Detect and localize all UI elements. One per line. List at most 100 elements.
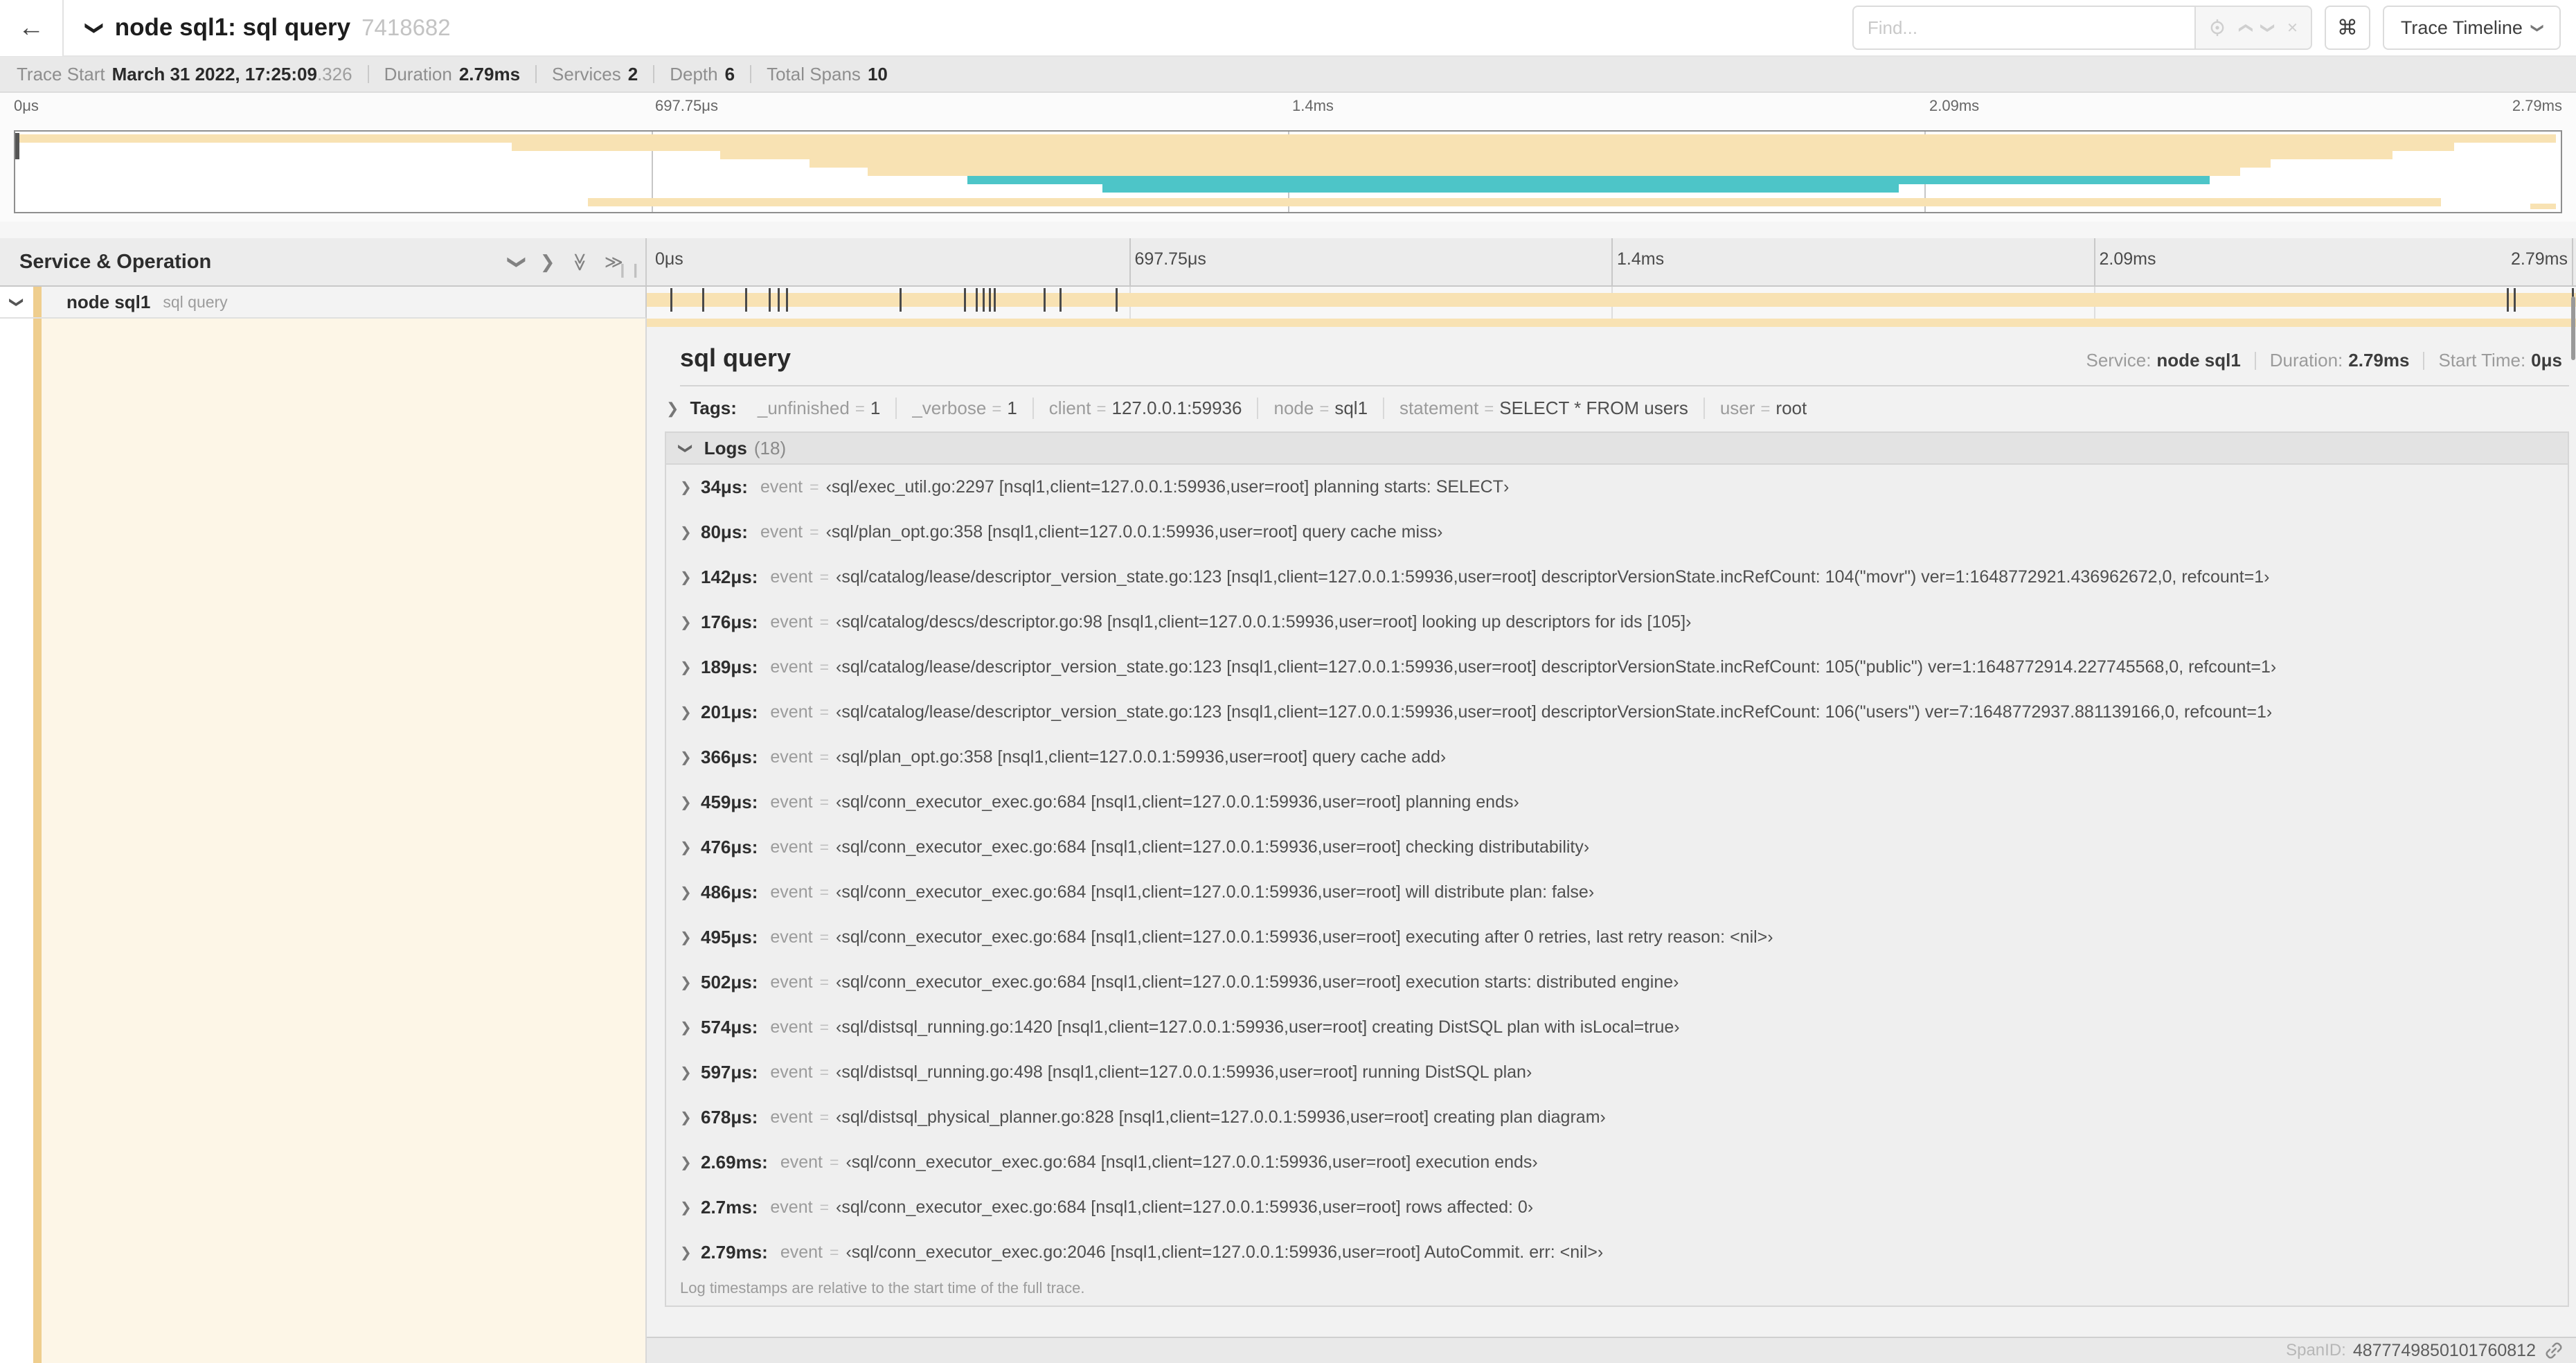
log-row[interactable]: ❯ 502μs: event = ‹sql/conn_executor_exec.go:… (666, 960, 2568, 1005)
log-row[interactable]: ❯ 476μs: event = ‹sql/conn_executor_exec.go:… (666, 825, 2568, 870)
chevron-right-icon[interactable]: ❯ (680, 614, 701, 631)
chevron-right-icon[interactable]: ❯ (680, 659, 701, 676)
log-row[interactable]: ❯ 574μs: event = ‹sql/distsql_running.go:142… (666, 1005, 2568, 1050)
expand-one-icon[interactable]: ❯ (540, 251, 555, 273)
scrollbar-thumb[interactable] (2571, 296, 2575, 360)
log-marker-tick[interactable] (701, 288, 704, 312)
log-marker-tick[interactable] (989, 288, 992, 312)
find-input[interactable] (1852, 6, 2196, 50)
log-marker-tick[interactable] (2507, 288, 2509, 312)
log-marker-tick[interactable] (785, 288, 788, 312)
service-color-stripe (33, 287, 42, 317)
trace-title-group[interactable]: ❯ node sql1: sql query 7418682 (84, 14, 450, 42)
tags-row[interactable]: ❯ Tags: _unfinished = 1 _verbose = 1 client = 12… (666, 398, 2569, 419)
chevron-right-icon[interactable]: ❯ (680, 479, 701, 496)
find-clear-icon[interactable]: ✕ (2287, 19, 2298, 37)
find-next-icon[interactable]: ❯ (2260, 22, 2277, 34)
log-row[interactable]: ❯ 495μs: event = ‹sql/conn_executor_exec.go:… (666, 915, 2568, 960)
logs-title: Logs (704, 437, 747, 458)
log-field-value: ‹sql/catalog/lease/descriptor_version_st… (836, 567, 2270, 587)
chevron-down-icon: ❯ (2530, 22, 2545, 33)
log-field-value: ‹sql/conn_executor_exec.go:684 [nsql1,cl… (836, 882, 1595, 902)
log-row[interactable]: ❯ 34μs: event = ‹sql/exec_util.go:2297 [nsql… (666, 465, 2568, 510)
locate-icon[interactable] (2208, 19, 2226, 37)
log-marker-tick[interactable] (964, 288, 967, 312)
chevron-right-icon[interactable]: ❯ (680, 794, 701, 811)
chevron-right-icon[interactable]: ❯ (680, 1019, 701, 1036)
span-row[interactable]: ❯ node sql1 sql query (0, 287, 2576, 319)
span-bar-track[interactable] (647, 287, 2576, 319)
log-row[interactable]: ❯ 2.79ms: event = ‹sql/conn_executor_exec.go… (666, 1230, 2568, 1275)
chevron-down-icon: ❯ (8, 296, 24, 308)
log-marker-tick[interactable] (744, 288, 747, 312)
span-duration-bar[interactable] (647, 293, 2576, 307)
tag-item[interactable]: _verbose = 1 (895, 398, 1032, 419)
tag-item[interactable]: client = 127.0.0.1:59936 (1032, 398, 1258, 419)
minimap-axis-tick-label: 0μs (14, 97, 39, 114)
minimap-canvas[interactable] (14, 130, 2562, 213)
view-selector-button[interactable]: Trace Timeline ❯ (2382, 6, 2561, 50)
tag-value: 1 (1007, 398, 1017, 418)
chevron-right-icon[interactable]: ❯ (680, 569, 701, 586)
log-marker-tick[interactable] (768, 288, 771, 312)
chevron-down-icon[interactable]: ❯ (677, 443, 695, 454)
chevron-right-icon[interactable]: ❯ (680, 839, 701, 856)
tag-item[interactable]: user = root (1703, 398, 1822, 419)
log-marker-tick[interactable] (670, 288, 672, 312)
span-row-label[interactable]: ❯ node sql1 sql query (0, 287, 647, 319)
log-marker-tick[interactable] (1044, 288, 1046, 312)
log-marker-tick[interactable] (1116, 288, 1118, 312)
span-collapse-chevron[interactable]: ❯ (0, 287, 33, 317)
chevron-right-icon[interactable]: ❯ (680, 749, 701, 766)
chevron-right-icon[interactable]: ❯ (666, 400, 679, 418)
log-row[interactable]: ❯ 366μs: event = ‹sql/plan_opt.go:358 [nsql1… (666, 735, 2568, 780)
tag-item[interactable]: node = sql1 (1257, 398, 1383, 419)
chevron-right-icon[interactable]: ❯ (680, 974, 701, 991)
chevron-right-icon[interactable]: ❯ (680, 1244, 701, 1261)
log-row[interactable]: ❯ 678μs: event = ‹sql/distsql_physical_plann… (666, 1095, 2568, 1140)
log-marker-tick[interactable] (983, 288, 985, 312)
find-prev-icon[interactable]: ❯ (2236, 22, 2253, 34)
collapse-one-icon[interactable]: ❯ (506, 254, 528, 269)
collapse-all-icon[interactable]: ≫ (569, 252, 591, 271)
log-marker-tick[interactable] (900, 288, 902, 312)
log-row[interactable]: ❯ 2.7ms: event = ‹sql/conn_executor_exec.go:… (666, 1185, 2568, 1230)
log-row[interactable]: ❯ 176μs: event = ‹sql/catalog/descs/descript… (666, 600, 2568, 645)
log-row[interactable]: ❯ 597μs: event = ‹sql/distsql_running.go:498… (666, 1050, 2568, 1095)
chevron-right-icon[interactable]: ❯ (680, 929, 701, 946)
log-row[interactable]: ❯ 2.69ms: event = ‹sql/conn_executor_exec.go… (666, 1140, 2568, 1185)
chevron-right-icon[interactable]: ❯ (680, 704, 701, 721)
trace-minimap[interactable]: 0μs 697.75μs 1.4ms 2.09ms 2.79ms (0, 93, 2576, 222)
service-value: node sql1 (2156, 350, 2241, 371)
detail-span-bar[interactable] (647, 319, 2576, 327)
log-marker-tick[interactable] (976, 288, 978, 312)
logs-header[interactable]: ❯ Logs (18) (666, 433, 2568, 465)
log-row[interactable]: ❯ 80μs: event = ‹sql/plan_opt.go:358 [nsql1,… (666, 510, 2568, 555)
chevron-right-icon[interactable]: ❯ (680, 884, 701, 901)
log-marker-tick[interactable] (2514, 288, 2516, 312)
log-marker-tick[interactable] (994, 288, 996, 312)
log-row[interactable]: ❯ 486μs: event = ‹sql/conn_executor_exec.go:… (666, 870, 2568, 915)
log-row[interactable]: ❯ 142μs: event = ‹sql/catalog/lease/descript… (666, 555, 2568, 600)
chevron-right-icon[interactable]: ❯ (680, 1199, 701, 1216)
chevron-right-icon[interactable]: ❯ (680, 1064, 701, 1081)
minimap-scrubber-handle[interactable] (15, 133, 19, 159)
chevron-right-icon[interactable]: ❯ (680, 524, 701, 541)
back-button[interactable]: ← (0, 0, 64, 56)
keyboard-shortcuts-button[interactable]: ⌘ (2324, 6, 2370, 50)
log-marker-tick[interactable] (1059, 288, 1062, 312)
log-marker-tick[interactable] (777, 288, 780, 312)
equals-sign: = (819, 1198, 829, 1216)
minimap-span (720, 151, 2393, 159)
find-controls: ❯ ❯ ✕ (2195, 6, 2312, 50)
chevron-right-icon[interactable]: ❯ (680, 1109, 701, 1126)
column-resizer-grip[interactable]: ❙❙ (616, 261, 643, 278)
chevron-right-icon[interactable]: ❯ (680, 1154, 701, 1171)
chevron-down-icon[interactable]: ❯ (84, 20, 105, 35)
log-row[interactable]: ❯ 459μs: event = ‹sql/conn_executor_exec.go:… (666, 780, 2568, 825)
log-row[interactable]: ❯ 201μs: event = ‹sql/catalog/lease/descript… (666, 690, 2568, 735)
tag-item[interactable]: _unfinished = 1 (742, 398, 895, 419)
tag-item[interactable]: statement = SELECT * FROM users (1383, 398, 1703, 419)
log-row[interactable]: ❯ 189μs: event = ‹sql/catalog/lease/descript… (666, 645, 2568, 690)
link-icon[interactable] (2544, 1341, 2564, 1360)
